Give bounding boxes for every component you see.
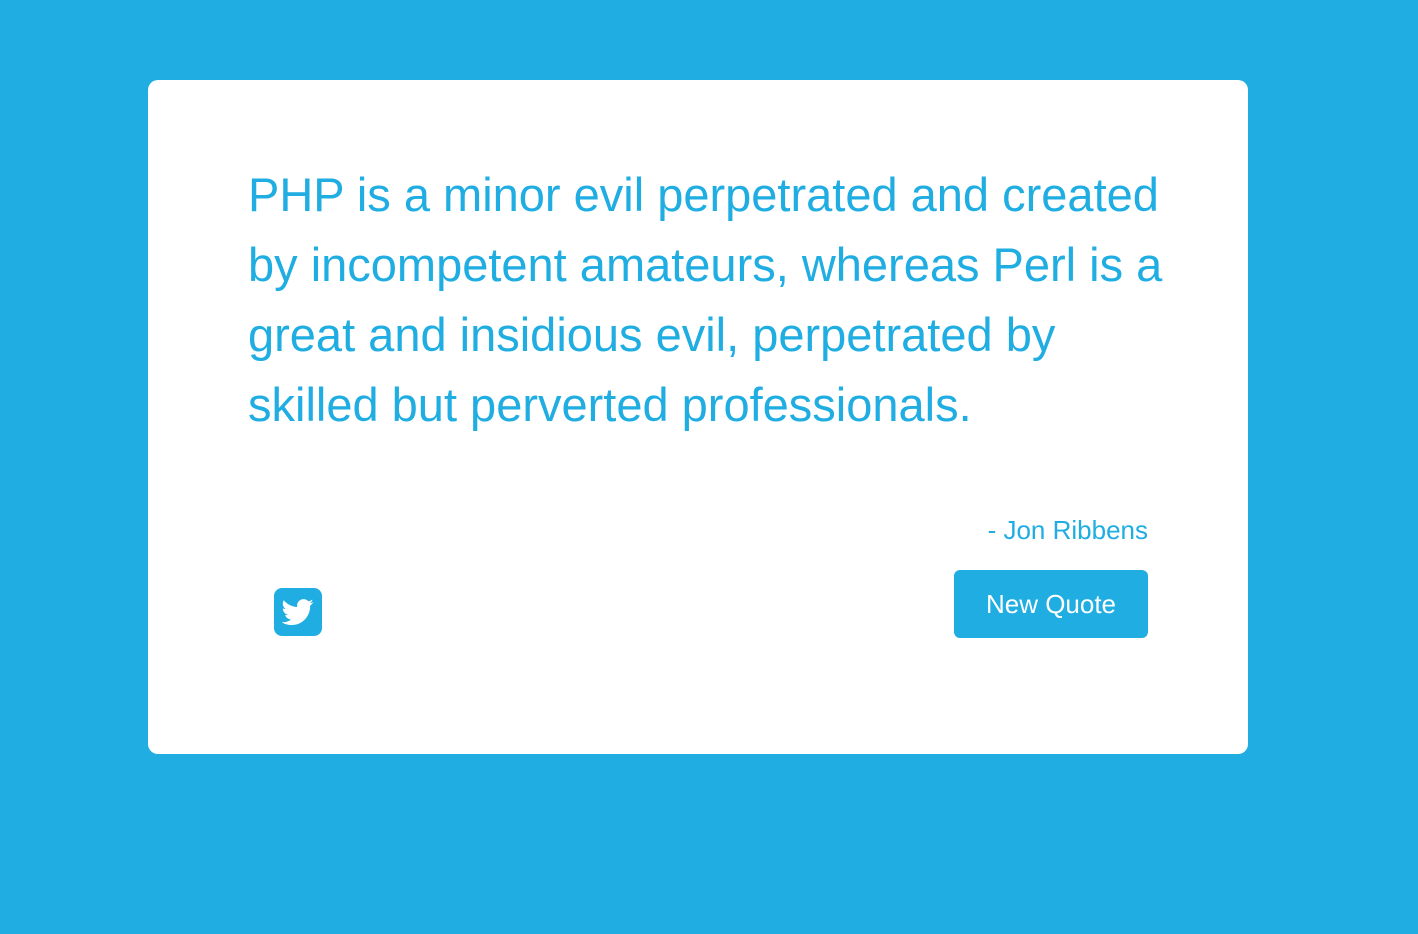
twitter-icon — [282, 596, 314, 628]
new-quote-button[interactable]: New Quote — [954, 570, 1148, 638]
quote-text: PHP is a minor evil perpetrated and crea… — [248, 168, 1163, 431]
quote-author: - Jon Ribbens — [987, 515, 1148, 545]
page-background: { "colors": { "background": "#1fade2", "… — [0, 0, 1418, 934]
tweet-quote-button[interactable] — [274, 588, 322, 636]
quote-card: PHP is a minor evil perpetrated and crea… — [148, 80, 1248, 754]
